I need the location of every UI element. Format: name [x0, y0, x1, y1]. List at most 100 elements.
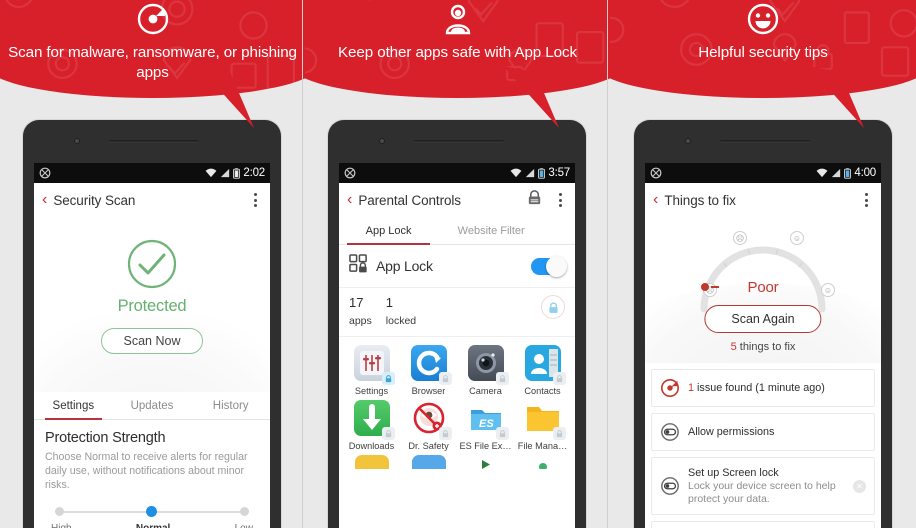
phone-device-2: 3:57 ‹ Parental Controls App Lock Websit… [328, 120, 586, 528]
protection-strength-slider[interactable] [45, 504, 259, 520]
app-icon-partial [525, 455, 560, 471]
front-camera-icon [379, 138, 385, 144]
app-cell[interactable]: Contacts [514, 345, 571, 396]
status-time: 2:02 [243, 167, 265, 179]
browser-app-icon [410, 345, 452, 385]
tab-website-filter[interactable]: Website Filter [438, 217, 544, 244]
sync-icon [39, 167, 51, 179]
fix-item-title: Set up Screen lock [688, 467, 779, 479]
signal-icon [221, 168, 230, 178]
app-cell[interactable]: Downloads [343, 400, 400, 451]
slider-stop-normal[interactable] [146, 506, 157, 517]
lock-badge-icon [495, 372, 509, 385]
back-button[interactable]: ‹ [347, 192, 352, 208]
contacts-app-icon [524, 345, 566, 385]
kebab-menu-icon[interactable] [553, 192, 567, 208]
app-name: Downloads [348, 441, 395, 451]
apps-grid-next-row-cutoff [339, 451, 575, 471]
lock-badge-icon [552, 427, 566, 440]
scan-status-area: Protected Scan Now [34, 217, 270, 392]
dismiss-icon[interactable]: ✕ [853, 479, 866, 493]
app-cell[interactable]: Settings [343, 345, 400, 396]
panel-app-lock: Keep other apps safe with App Lock 3:57 … [305, 0, 610, 528]
fix-item-screen-lock[interactable]: Set up Screen lock Lock your device scre… [651, 457, 875, 515]
score-gauge [645, 223, 881, 315]
protection-strength-section: Protection Strength Choose Normal to rec… [34, 420, 270, 528]
tab-updates[interactable]: Updates [113, 392, 192, 419]
count-apps-label: apps [349, 315, 372, 327]
person-shield-icon [441, 2, 475, 36]
things-to-fix-summary: 5 things to fix [645, 341, 881, 353]
security-score-gauge-area: ☹ ☺ ☹ ☺ Poor Scan Again 5 things to fix [645, 217, 881, 363]
app-lock-icon [349, 254, 368, 278]
app-bar-2: ‹ Parental Controls [339, 183, 575, 217]
slider-label-normal: Normal [136, 523, 170, 528]
banner-text: Helpful security tips [698, 44, 828, 61]
lock-badge-icon [381, 427, 395, 440]
app-lock-row[interactable]: App Lock [339, 245, 575, 288]
app-icon-partial [468, 455, 503, 469]
app-counts-row: 17 apps 1 locked [339, 288, 575, 337]
phone-screen-2: 3:57 ‹ Parental Controls App Lock Websit… [339, 163, 575, 528]
section-title: Protection Strength [45, 430, 166, 446]
panel-things-to-fix: Helpful security tips 4:00 ‹ Things to f… [610, 0, 916, 528]
signal-icon [526, 168, 535, 178]
app-cell[interactable]: File Mana… [514, 400, 571, 451]
phone-device-3: 4:00 ‹ Things to fix ☹ ☺ ☹ ☺ Poor Scan A… [634, 120, 892, 528]
fix-item-issue-found[interactable]: 1 issue found (1 minute ago) [651, 369, 875, 407]
status-bar-2: 3:57 [339, 163, 575, 183]
scan-status-label: Protected [117, 297, 187, 315]
status-time: 3:57 [548, 167, 570, 179]
kebab-menu-icon[interactable] [859, 192, 873, 208]
slider-stop-high[interactable] [55, 507, 64, 516]
app-lock-label: App Lock [376, 258, 433, 274]
fix-item-unknown-sources[interactable]: Turn off Unknown sources Turn this off t… [651, 521, 875, 528]
earpiece-grille [109, 140, 199, 143]
smiley-face-icon [746, 2, 780, 36]
app-cell[interactable]: Camera [457, 345, 514, 396]
padlock-badge-icon[interactable] [541, 295, 565, 319]
svg-text:ES: ES [479, 418, 494, 430]
slider-labels: High Normal Low [45, 520, 259, 528]
status-bar-1: 2:02 [34, 163, 270, 183]
app-lock-toggle[interactable] [531, 255, 567, 277]
slider-stop-low[interactable] [240, 507, 249, 516]
app-cell[interactable]: Dr. Safety [400, 400, 457, 451]
back-button[interactable]: ‹ [653, 192, 658, 208]
tab-app-lock[interactable]: App Lock [339, 217, 438, 245]
app-name: Dr. Safety [408, 441, 449, 451]
phone-screen-1: 2:02 ‹ Security Scan Protected Scan Now … [34, 163, 270, 528]
kebab-menu-icon[interactable] [248, 192, 262, 208]
scan-again-button[interactable]: Scan Again [704, 305, 822, 333]
battery-icon [233, 167, 241, 179]
count-apps: 17 apps [349, 295, 372, 327]
tab-bar-2: App Lock Website Filter [339, 217, 575, 245]
front-camera-icon [74, 138, 80, 144]
earpiece-grille [720, 140, 810, 143]
check-circle-icon [127, 239, 177, 289]
status-bar-3: 4:00 [645, 163, 881, 183]
wifi-icon [205, 168, 217, 178]
app-cell[interactable]: ES ES File Ex… [457, 400, 514, 451]
battery-icon [844, 167, 852, 179]
smiley-neutral-icon-2: ☺ [790, 231, 804, 245]
tab-history[interactable]: History [191, 392, 270, 419]
phone-device-1: 2:02 ‹ Security Scan Protected Scan Now … [23, 120, 281, 528]
section-description: Choose Normal to receive alerts for regu… [45, 451, 248, 491]
fix-item-allow-permissions[interactable]: Allow permissions [651, 413, 875, 451]
target-scan-icon [136, 2, 170, 36]
app-cell[interactable]: Browser [400, 345, 457, 396]
page-title: Parental Controls [358, 192, 461, 208]
padlock-icon[interactable] [526, 189, 543, 211]
back-button[interactable]: ‹ [42, 192, 47, 208]
signal-icon [832, 168, 841, 178]
speech-tail [806, 66, 876, 136]
app-name: ES File Ex… [459, 441, 512, 451]
count-locked-label: locked [385, 315, 417, 327]
fix-item-description: Lock your device screen to help protect … [688, 480, 836, 505]
scan-now-button[interactable]: Scan Now [100, 328, 204, 354]
app-name: Settings [354, 386, 389, 396]
tab-settings[interactable]: Settings [34, 392, 113, 420]
lock-badge-icon [495, 427, 509, 440]
count-locked-number: 1 [385, 295, 394, 310]
